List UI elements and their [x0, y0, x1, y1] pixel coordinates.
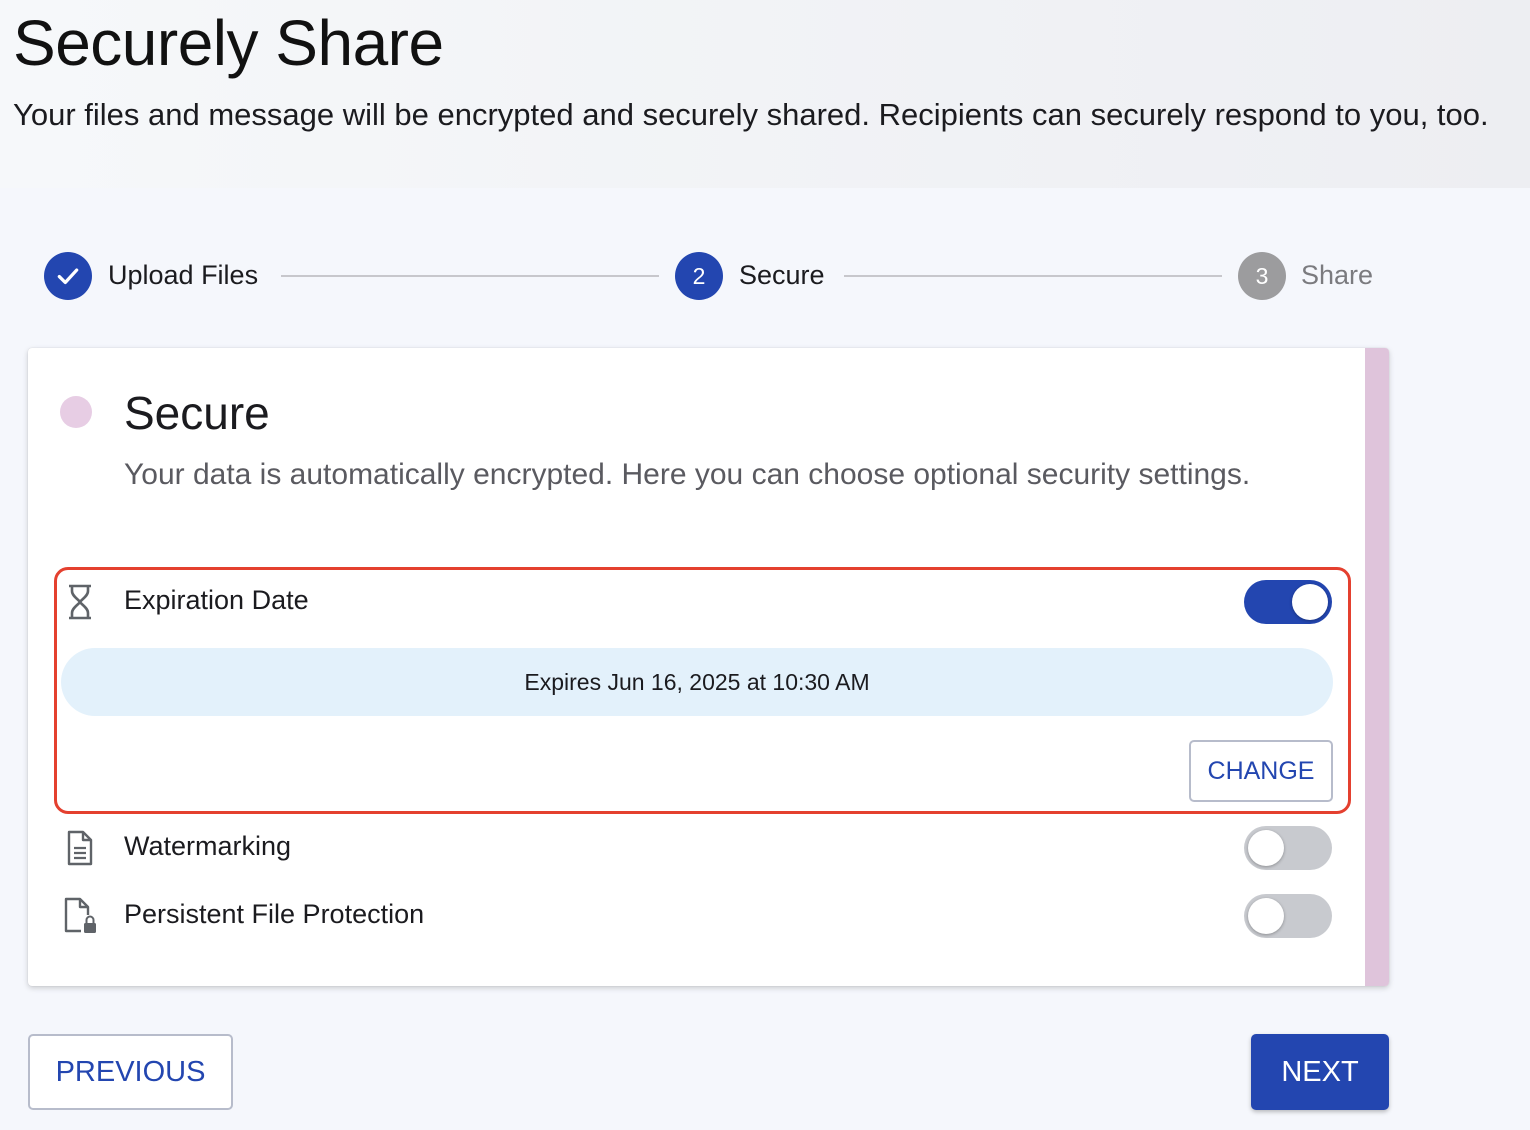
expiration-toggle[interactable]: [1244, 580, 1332, 624]
step-label-upload-files: Upload Files: [108, 260, 259, 290]
page-title: Securely Share: [13, 7, 444, 79]
card-description: Your data is automatically encrypted. He…: [124, 458, 1251, 491]
page-subtitle: Your files and message will be encrypted…: [13, 97, 1489, 132]
document-icon: [66, 830, 94, 871]
toggle-knob: [1248, 898, 1284, 934]
step-number-share: 3: [1238, 252, 1286, 300]
setting-label-watermarking: Watermarking: [124, 831, 292, 861]
toggle-knob: [1292, 584, 1328, 620]
step-connector: [844, 275, 1222, 277]
step-label-secure: Secure: [739, 260, 825, 290]
change-expiration-button[interactable]: CHANGE: [1189, 740, 1333, 802]
toggle-knob: [1248, 830, 1284, 866]
watermarking-toggle[interactable]: [1244, 826, 1332, 870]
persistent-protection-toggle[interactable]: [1244, 894, 1332, 938]
step-number-secure: 2: [675, 252, 723, 300]
next-button[interactable]: NEXT: [1251, 1034, 1389, 1110]
step-upload-check-icon: [44, 252, 92, 300]
setting-label-persistent-protection: Persistent File Protection: [124, 899, 425, 929]
expiration-date-display: Expires Jun 16, 2025 at 10:30 AM: [61, 648, 1333, 716]
card-title: Secure: [124, 387, 270, 439]
step-connector: [281, 275, 659, 277]
card-accent-bar: [1365, 348, 1389, 986]
page-header: Securely Share Your files and message wi…: [0, 0, 1530, 188]
section-dot-icon: [60, 396, 92, 428]
file-lock-icon: [63, 897, 99, 940]
step-label-share: Share: [1301, 260, 1374, 290]
secure-settings-card: Secure Your data is automatically encryp…: [28, 348, 1389, 986]
hourglass-icon: [66, 584, 94, 625]
previous-button[interactable]: PREVIOUS: [28, 1034, 233, 1110]
setting-label-expiration: Expiration Date: [124, 585, 309, 615]
